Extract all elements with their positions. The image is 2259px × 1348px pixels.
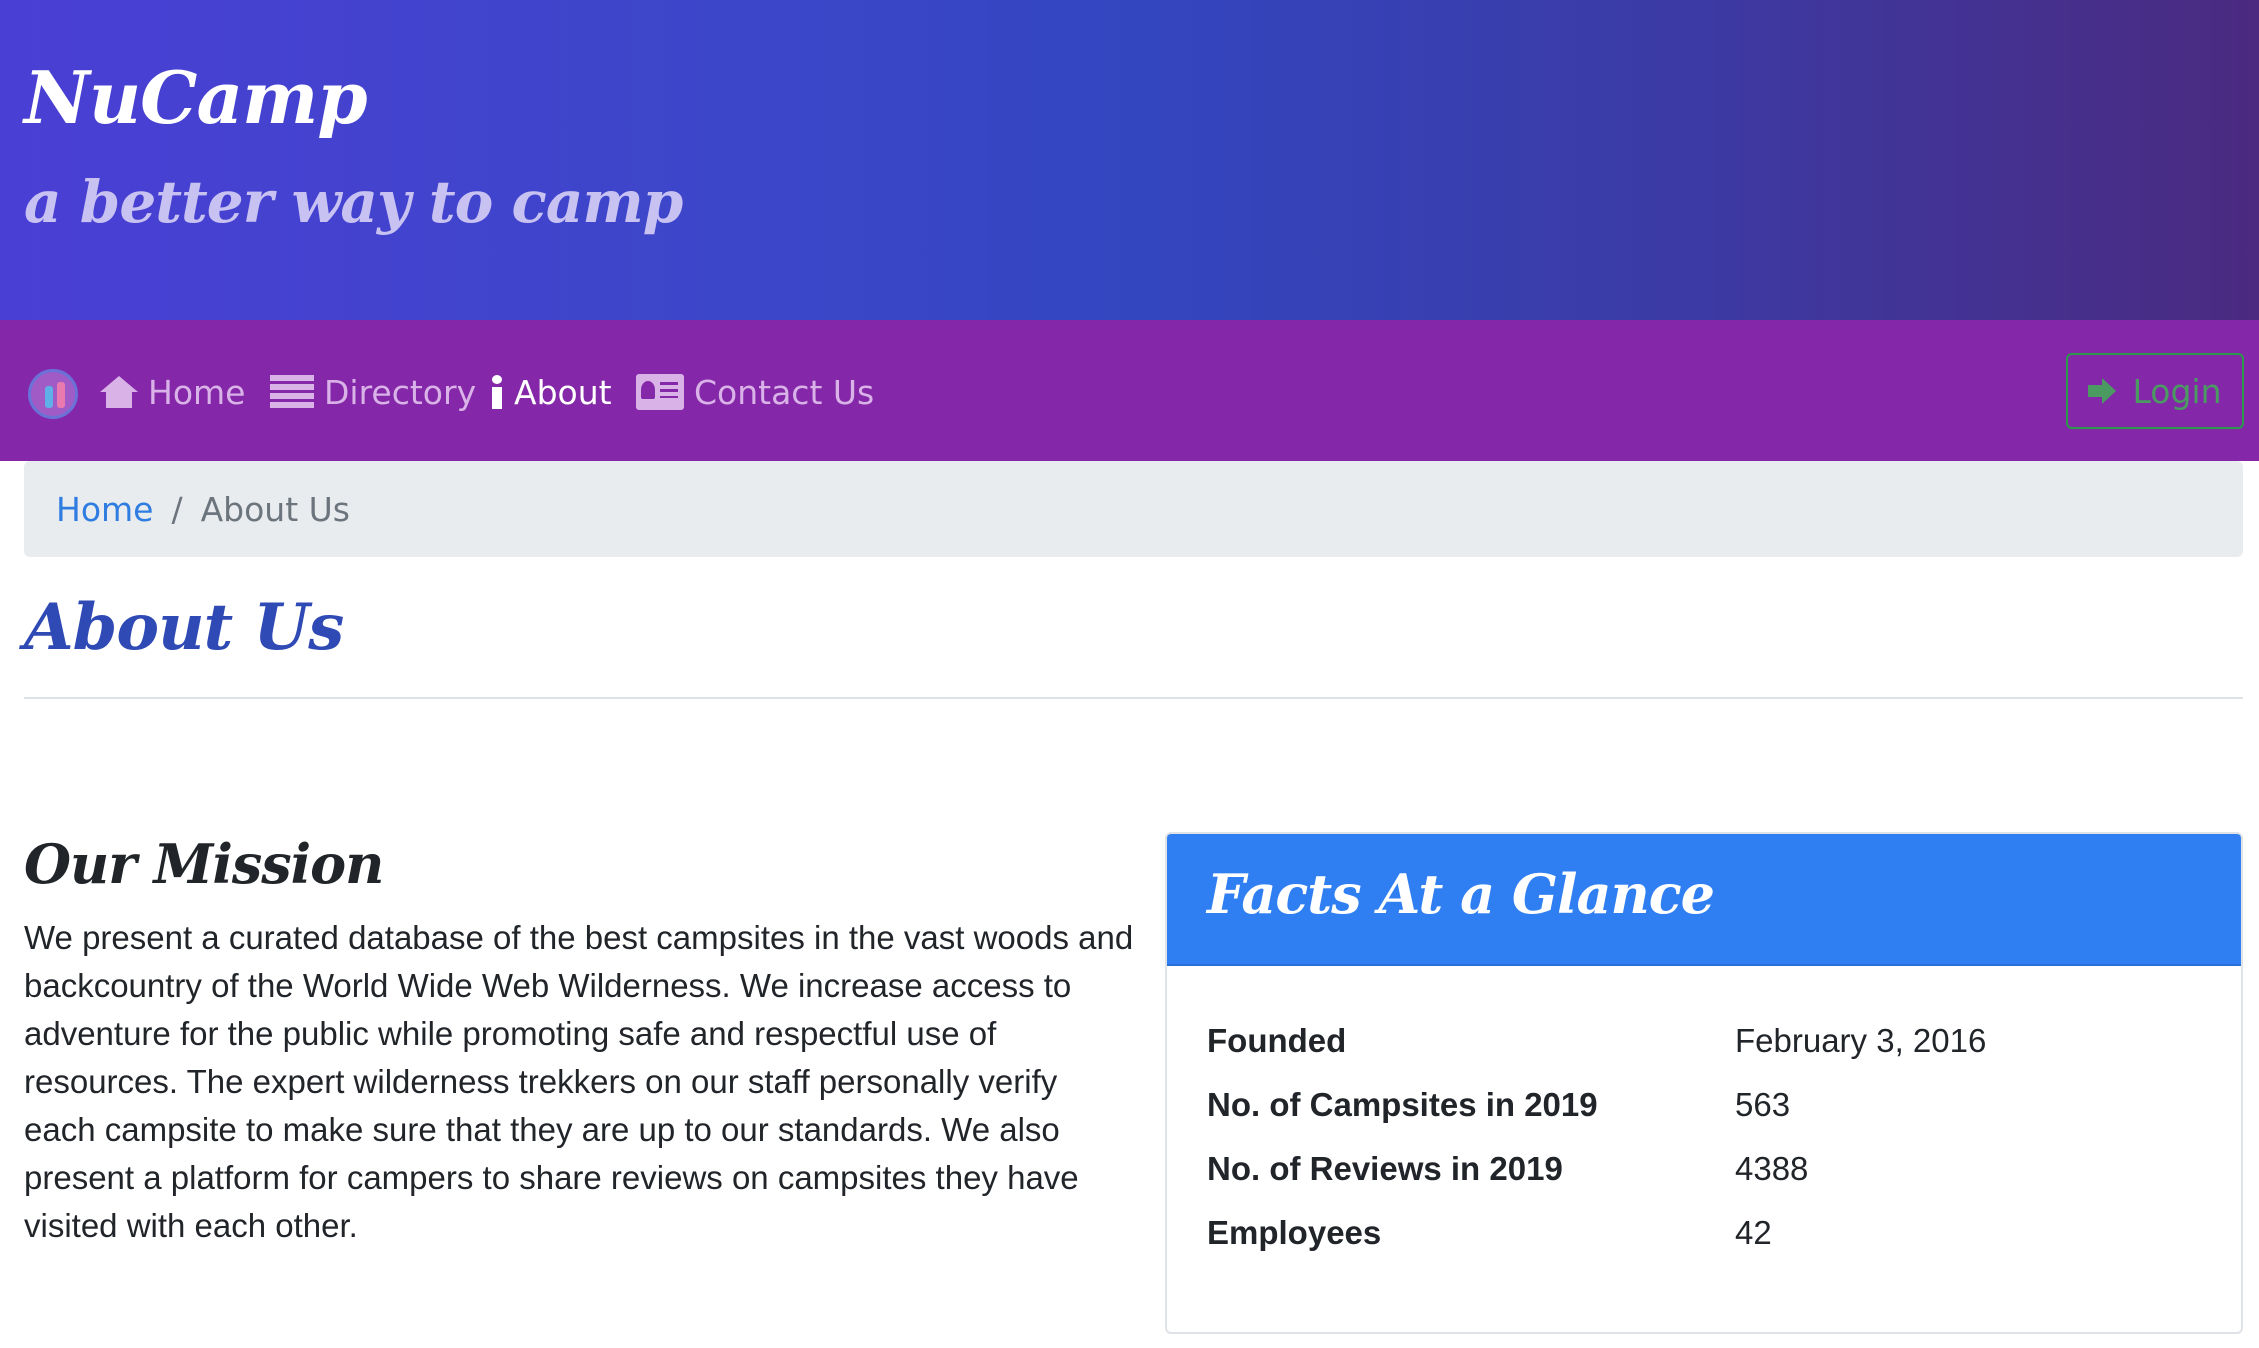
breadcrumb-current: About Us — [200, 489, 350, 529]
facts-card-header: Facts At a Glance — [1167, 834, 2241, 966]
brand-title: NuCamp — [24, 55, 368, 140]
nav-item-label: Home — [148, 372, 246, 412]
nav-item-contact[interactable]: Contact Us — [636, 364, 874, 420]
jumbotron-header: NuCamp a better way to camp — [0, 0, 2259, 320]
nav-item-label: Directory — [324, 372, 477, 412]
sign-in-icon — [2088, 376, 2124, 406]
page-title: About Us — [24, 590, 344, 665]
fact-row: Founded February 3, 2016 — [1207, 1009, 2207, 1073]
nav-item-label: About — [514, 372, 612, 412]
mission-text: We present a curated database of the bes… — [24, 919, 1134, 1244]
fact-term: Founded — [1207, 1022, 1347, 1059]
breadcrumb-separator: / — [171, 489, 183, 529]
home-icon — [100, 376, 138, 408]
facts-card-title: Facts At a Glance — [1207, 862, 1715, 926]
info-icon — [490, 375, 504, 409]
nav-item-home[interactable]: Home — [100, 364, 245, 420]
nucamp-logo-icon[interactable] — [28, 369, 78, 419]
facts-card: Facts At a Glance Founded February 3, 20… — [1165, 832, 2243, 1334]
brand-tagline: a better way to camp — [24, 168, 683, 236]
fact-row: Employees 42 — [1207, 1201, 2207, 1265]
fact-row: No. of Campsites in 2019 563 — [1207, 1073, 2207, 1137]
fact-value: February 3, 2016 — [1735, 1022, 1987, 1059]
facts-list: Founded February 3, 2016 No. of Campsite… — [1207, 1009, 2207, 1265]
fact-term: No. of Campsites in 2019 — [1207, 1086, 1598, 1123]
fact-value: 563 — [1735, 1086, 1791, 1123]
fact-value: 42 — [1735, 1214, 1772, 1251]
fact-row: No. of Reviews in 2019 4388 — [1207, 1137, 2207, 1201]
login-button[interactable]: Login — [2066, 353, 2244, 429]
mission-title: Our Mission — [24, 832, 384, 896]
nav-item-label: Contact Us — [694, 372, 875, 412]
fact-value: 4388 — [1735, 1150, 1809, 1187]
nav-item-about[interactable]: About — [490, 364, 612, 420]
nav-item-directory[interactable]: Directory — [270, 364, 476, 420]
fact-term: No. of Reviews in 2019 — [1207, 1150, 1563, 1187]
address-card-icon — [636, 374, 684, 410]
breadcrumb: Home / About Us — [24, 461, 2243, 557]
breadcrumb-home-link[interactable]: Home — [56, 490, 153, 529]
login-label: Login — [2132, 371, 2222, 411]
list-icon — [270, 375, 314, 409]
fact-term: Employees — [1207, 1214, 1382, 1251]
divider — [24, 697, 2243, 699]
